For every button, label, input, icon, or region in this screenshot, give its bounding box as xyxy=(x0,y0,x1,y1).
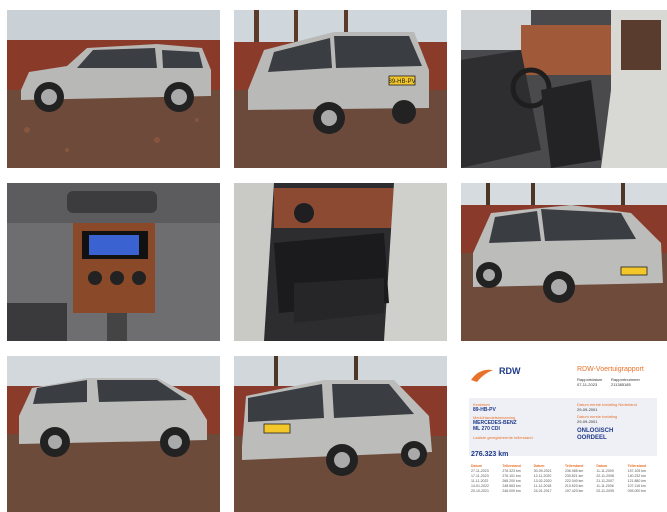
table-row: 20-10-2021 246.009 km 24-01-2017 197.420 km… xyxy=(471,489,659,494)
rear-seats-image xyxy=(234,183,447,341)
eerste-toelating-value: 29-09-2001 xyxy=(577,419,598,424)
report-title: RDW-Voertuigrapport xyxy=(577,366,644,373)
kenteken-value: 89-HB-PV xyxy=(473,407,496,413)
tellerstand-table: Datum Tellerstand Datum Tellerstand Datu… xyxy=(471,464,659,494)
table-cell: 093.000 km xyxy=(627,489,646,493)
photo-driver-interior[interactable] xyxy=(461,10,667,168)
oordeel-value: ONLOGISCH xyxy=(577,428,614,434)
interior-image xyxy=(461,10,667,168)
oordeel-label: Laatste geregistreerde tellerstand xyxy=(473,435,533,440)
photo-dashboard-radio[interactable] xyxy=(7,183,220,341)
tellerstand-value: 276.323 km xyxy=(471,451,509,458)
rdw-logo-icon xyxy=(471,369,493,382)
meta2-value: 211385185 xyxy=(611,382,631,387)
photo-suv-side-view[interactable] xyxy=(7,10,220,168)
license-plate-text: 89-HB-PV xyxy=(388,79,415,85)
table-cell: 24-01-2017 xyxy=(533,489,552,493)
model-value: ML 270 CDI xyxy=(473,426,500,432)
eerste-toelating-nl-value: 29-09-2001 xyxy=(577,407,598,412)
photo-suv-side-left[interactable] xyxy=(7,356,220,512)
suv-side-left-image xyxy=(7,356,220,512)
photo-suv-rear-view[interactable]: 89-HB-PV xyxy=(234,10,447,168)
suv-rear-left-image xyxy=(234,356,447,512)
dashboard-image xyxy=(7,183,220,341)
suv-side-image xyxy=(7,10,220,168)
suv-front-image xyxy=(461,183,667,341)
rdw-logo-text: RDW xyxy=(499,366,521,376)
rdw-report-thumbnail[interactable]: RDW RDW-Voertuigrapport Rapportdatum 07-… xyxy=(461,356,667,512)
photo-suv-front-view[interactable] xyxy=(461,183,667,341)
oordeel-value-2: OORDEEL xyxy=(577,435,607,441)
table-cell: 20-10-2021 xyxy=(471,489,489,493)
table-cell: 246.009 km xyxy=(502,489,521,493)
photo-rear-seats[interactable] xyxy=(234,183,447,341)
photo-suv-rear-left[interactable] xyxy=(234,356,447,512)
suv-rear-image: 89-HB-PV xyxy=(234,10,447,168)
table-cell: 197.420 km xyxy=(564,489,584,493)
table-cell: 02-11-2005 xyxy=(596,489,614,493)
meta1-value: 07-11-2023 xyxy=(577,382,598,387)
